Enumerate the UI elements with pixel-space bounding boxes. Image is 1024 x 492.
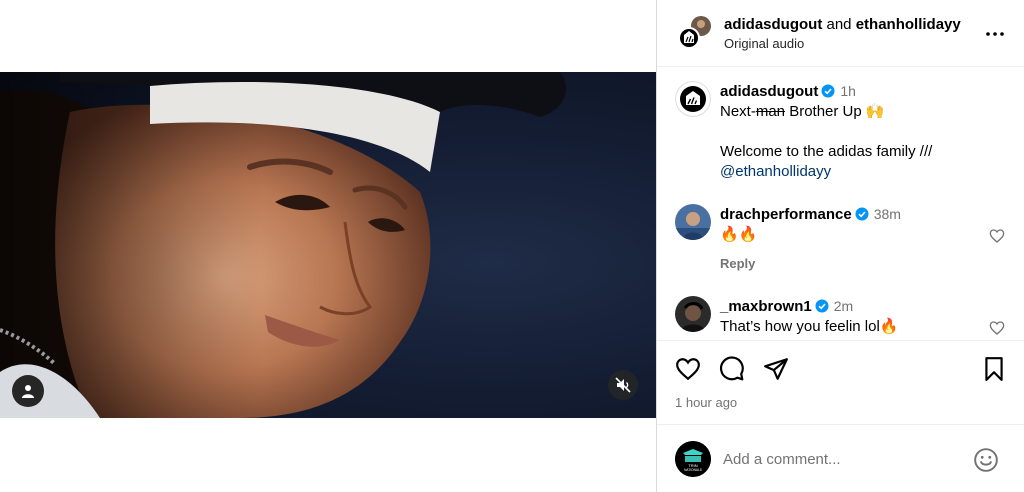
verified-icon: [855, 207, 869, 221]
avatar-text-bottom: NATIONALS: [684, 468, 702, 472]
collab-avatars[interactable]: [678, 15, 712, 49]
more-icon[interactable]: [983, 22, 1007, 46]
emoji-icon[interactable]: [973, 447, 999, 473]
heart-icon[interactable]: [989, 320, 1005, 336]
tagged-users-button[interactable]: [12, 375, 44, 407]
person-icon: [22, 385, 34, 398]
video-frame: [0, 72, 656, 418]
muted-speaker-icon: [615, 377, 631, 393]
comment-username[interactable]: drachperformance: [720, 206, 852, 223]
avatar[interactable]: TRIN NATIONALS: [675, 441, 711, 477]
post-details-pane: adidasdugout and ethanhollidayy Original…: [656, 0, 1024, 492]
audio-link[interactable]: Original audio: [724, 36, 804, 51]
mention-link[interactable]: @ethanhollidayy: [720, 162, 985, 182]
heart-icon[interactable]: [989, 228, 1005, 244]
author-link[interactable]: adidasdugout: [724, 16, 822, 33]
post-header: adidasdugout and ethanhollidayy Original…: [657, 0, 1024, 67]
comment-username[interactable]: adidasdugout: [720, 83, 818, 100]
verified-icon: [815, 299, 829, 313]
caption-struck: man: [755, 103, 786, 120]
share-icon[interactable]: [763, 356, 789, 382]
mute-button[interactable]: [608, 370, 638, 400]
comment-text: 🔥🔥: [720, 226, 758, 243]
action-bar: 1 hour ago: [657, 340, 1024, 424]
heart-icon[interactable]: [675, 356, 701, 382]
comment-time[interactable]: 38m: [874, 206, 901, 222]
bookmark-icon[interactable]: [981, 356, 1007, 382]
comment-username[interactable]: _maxbrown1: [720, 298, 812, 315]
verified-icon: [821, 84, 835, 98]
caption-suffix: Brother Up 🙌: [785, 103, 885, 120]
comments-list[interactable]: adidasdugout 1h Next-man Brother Up 🙌 Wel…: [657, 67, 1024, 340]
authors-conjunction: and: [826, 16, 852, 33]
avatar[interactable]: [675, 81, 711, 117]
caption-prefix: Next-: [720, 103, 756, 120]
caption-line-1: Next-man Brother Up 🙌: [720, 102, 985, 122]
add-comment-bar: TRIN NATIONALS: [657, 424, 1024, 492]
post-timestamp[interactable]: 1 hour ago: [675, 395, 737, 410]
avatar[interactable]: [675, 204, 711, 240]
comment-time[interactable]: 2m: [834, 298, 853, 314]
comment-text: That’s how you feelin lol🔥: [720, 318, 899, 335]
caption-line-2: Welcome to the adidas family ///: [720, 143, 933, 160]
comment-input[interactable]: [723, 447, 963, 471]
media-pane: [0, 0, 656, 492]
comment-icon[interactable]: [719, 356, 745, 382]
reply-button[interactable]: Reply: [720, 256, 755, 271]
current-user-avatar: TRIN NATIONALS: [675, 441, 711, 477]
video-player[interactable]: [0, 72, 656, 418]
post-authors: adidasdugout and ethanhollidayy: [724, 16, 961, 33]
comment-time[interactable]: 1h: [840, 83, 856, 99]
avatar[interactable]: [675, 296, 711, 332]
collaborator-link[interactable]: ethanhollidayy: [856, 16, 961, 33]
